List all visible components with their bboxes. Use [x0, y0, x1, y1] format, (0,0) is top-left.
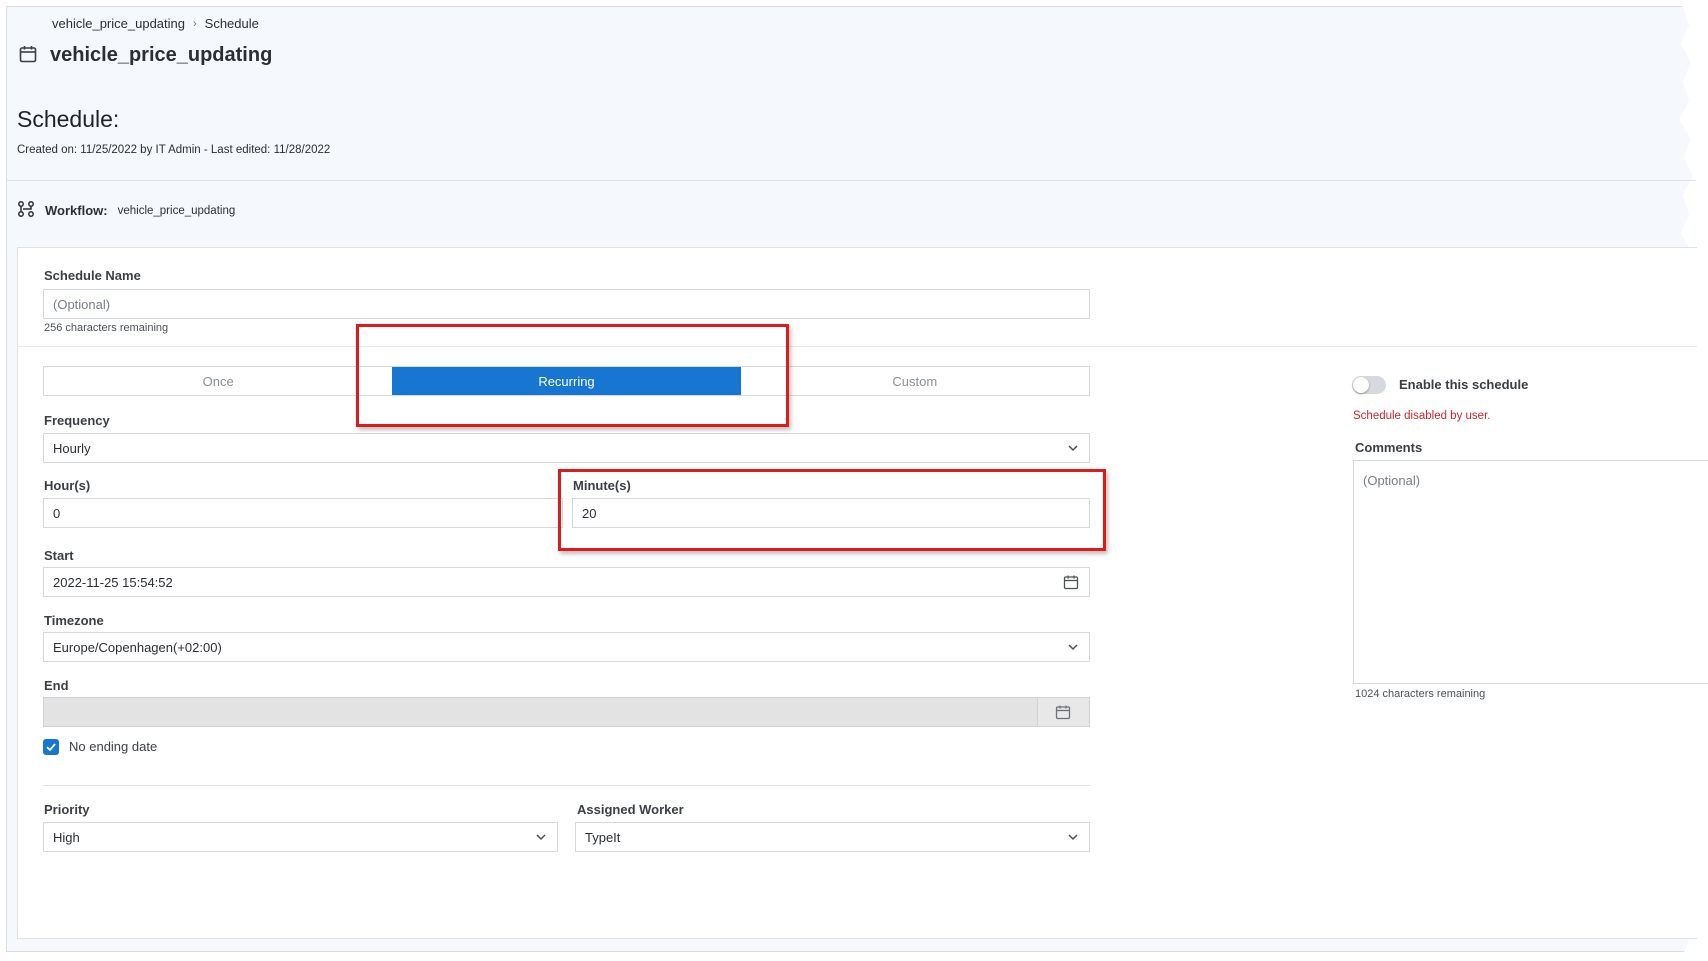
- chevron-down-icon: [1068, 834, 1078, 841]
- start-datetime-input[interactable]: 2022-11-25 15:54:52: [43, 567, 1090, 597]
- calendar-icon: [18, 44, 38, 67]
- highlight-box-minutes: [558, 469, 1106, 551]
- comments-char-count: 1024 characters remaining: [1355, 688, 1486, 700]
- breadcrumb-parent-link[interactable]: vehicle_price_updating: [52, 16, 185, 31]
- assigned-worker-select[interactable]: TypeIt: [575, 822, 1090, 852]
- page-title: vehicle_price_updating: [50, 44, 273, 66]
- schedule-heading: Schedule:: [17, 106, 120, 132]
- enable-schedule-label: Enable this schedule: [1399, 377, 1529, 392]
- hours-input[interactable]: 0: [43, 498, 563, 528]
- workflow-value: vehicle_price_updating: [117, 204, 236, 217]
- frequency-select[interactable]: Hourly: [43, 433, 1090, 463]
- divider: [43, 785, 1090, 786]
- start-label: Start: [44, 548, 74, 563]
- highlight-box-recurring: [356, 324, 789, 427]
- no-ending-date-checkbox[interactable]: [43, 739, 59, 755]
- enable-schedule-toggle[interactable]: [1352, 376, 1386, 394]
- timezone-select[interactable]: Europe/Copenhagen(+02:00): [43, 632, 1090, 662]
- chevron-down-icon: [536, 834, 546, 841]
- assigned-worker-value: TypeIt: [585, 829, 621, 845]
- comments-textarea[interactable]: (Optional): [1353, 460, 1708, 684]
- schedule-name-input[interactable]: (Optional): [43, 289, 1090, 319]
- mode-once-button[interactable]: Once: [44, 367, 392, 395]
- chevron-down-icon: [1068, 445, 1078, 452]
- checkmark-icon: [46, 743, 56, 752]
- workflow-label: Workflow:: [45, 203, 108, 218]
- workflow-row: Workflow: vehicle_price_updating: [17, 200, 235, 221]
- end-label: End: [44, 678, 69, 693]
- schedule-name-char-count: 256 characters remaining: [44, 322, 169, 334]
- workflow-icon: [17, 200, 35, 221]
- frequency-label: Frequency: [44, 413, 110, 428]
- page-header: vehicle_price_updating: [18, 44, 272, 67]
- mode-custom-button[interactable]: Custom: [741, 367, 1089, 395]
- chevron-down-icon: [1068, 644, 1078, 651]
- toggle-knob: [1353, 377, 1369, 393]
- breadcrumb-separator: ›: [192, 17, 197, 30]
- divider: [6, 180, 1696, 181]
- calendar-icon: [1055, 705, 1071, 720]
- priority-label: Priority: [44, 802, 90, 817]
- frequency-value: Hourly: [53, 440, 91, 456]
- priority-select[interactable]: High: [43, 822, 558, 852]
- schedule-status-text: Schedule disabled by user.: [1353, 410, 1491, 422]
- breadcrumb: vehicle_price_updating › Schedule: [52, 16, 259, 31]
- priority-value: High: [53, 829, 80, 845]
- timezone-label: Timezone: [44, 613, 104, 628]
- assigned-worker-label: Assigned Worker: [577, 802, 684, 817]
- end-datetime-input: [43, 697, 1090, 727]
- no-ending-date-label[interactable]: No ending date: [69, 739, 157, 754]
- hours-label: Hour(s): [44, 478, 91, 493]
- comments-label: Comments: [1355, 440, 1423, 455]
- schedule-name-label: Schedule Name: [44, 268, 141, 283]
- divider: [17, 346, 1697, 347]
- breadcrumb-current: Schedule: [204, 16, 259, 31]
- created-meta-text: Created on: 11/25/2022 by IT Admin - Las…: [17, 144, 331, 156]
- timezone-value: Europe/Copenhagen(+02:00): [53, 639, 222, 655]
- start-value: 2022-11-25 15:54:52: [53, 574, 173, 590]
- calendar-icon[interactable]: [1063, 574, 1079, 590]
